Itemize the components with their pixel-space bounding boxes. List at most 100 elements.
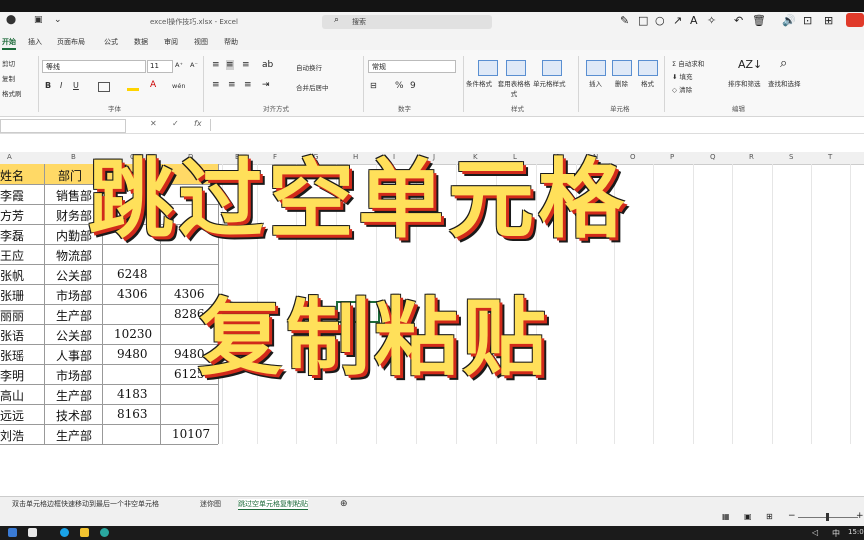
rectangle-icon[interactable]: □ bbox=[638, 14, 648, 27]
align-top-icon[interactable]: ≡ bbox=[212, 60, 220, 70]
sheet-tab[interactable]: 双击单元格边框快速移动到最后一个非空单元格 bbox=[12, 499, 159, 509]
table-format-icon[interactable] bbox=[506, 60, 526, 76]
cell-name[interactable]: 张语 bbox=[0, 327, 24, 344]
cell-value[interactable]: 8163 bbox=[117, 407, 148, 421]
cell-name[interactable]: 李磊 bbox=[0, 227, 24, 244]
fill-button[interactable]: ⬇ 填充 bbox=[672, 71, 693, 81]
tab-review[interactable]: 审阅 bbox=[164, 37, 178, 47]
format-cells-button[interactable]: 格式 bbox=[641, 78, 654, 88]
header-cell[interactable]: 部门 bbox=[58, 167, 82, 184]
clear-button[interactable]: ◇ 清除 bbox=[672, 84, 692, 94]
cell-dept[interactable]: 人事部 bbox=[56, 347, 92, 364]
pen-icon[interactable]: ✎ bbox=[620, 14, 629, 27]
sort-filter-button[interactable]: 排序和筛选 bbox=[728, 78, 761, 88]
italic-button[interactable]: I bbox=[60, 81, 62, 90]
speaker-icon[interactable]: 🔊 bbox=[782, 14, 796, 27]
browser-icon[interactable] bbox=[60, 528, 69, 537]
fill-color-icon[interactable] bbox=[127, 88, 139, 91]
shrink-font-button[interactable]: A⁻ bbox=[190, 61, 198, 69]
copy-button[interactable]: 复制 bbox=[2, 73, 15, 83]
cell-dept[interactable]: 公关部 bbox=[56, 327, 92, 344]
number-format-select[interactable]: 常规 bbox=[368, 60, 456, 73]
conditional-format-icon[interactable] bbox=[478, 60, 498, 76]
column-header[interactable]: T bbox=[828, 153, 832, 161]
cut-button[interactable]: 剪切 bbox=[2, 58, 15, 68]
bold-button[interactable]: B bbox=[45, 81, 51, 90]
add-sheet-icon[interactable]: ⊕ bbox=[340, 499, 348, 509]
cell-name[interactable]: 丽丽 bbox=[0, 307, 24, 324]
zoom-in-button[interactable]: + bbox=[856, 511, 864, 521]
tab-help[interactable]: 帮助 bbox=[224, 37, 238, 47]
column-header[interactable]: A bbox=[7, 153, 12, 161]
zoom-slider-thumb[interactable] bbox=[826, 513, 829, 521]
cancel-icon[interactable]: ✕ bbox=[150, 119, 157, 128]
tab-view[interactable]: 视图 bbox=[194, 37, 208, 47]
column-header[interactable]: O bbox=[630, 153, 636, 161]
trash-icon[interactable]: 🗑 bbox=[752, 14, 766, 27]
layout-icon[interactable]: ⊞ bbox=[824, 14, 833, 27]
undo-icon[interactable]: ↶ bbox=[734, 14, 743, 27]
insert-cells-button[interactable]: 插入 bbox=[589, 78, 602, 88]
align-center-icon[interactable]: ≡ bbox=[228, 80, 236, 90]
wrap-text-button[interactable]: 自动换行 bbox=[296, 62, 322, 72]
screen-icon[interactable]: ⊡ bbox=[803, 14, 812, 27]
page-break-view-icon[interactable]: ⊞ bbox=[766, 512, 773, 521]
search-box[interactable]: ⌕ 搜索 bbox=[322, 15, 492, 29]
grow-font-button[interactable]: A⁺ bbox=[175, 61, 183, 69]
taskview-icon[interactable] bbox=[28, 528, 37, 537]
table-format-button[interactable]: 套用表格格式 bbox=[496, 78, 532, 98]
indent-icon[interactable]: ⇥ bbox=[262, 80, 270, 90]
save-icon[interactable]: ▣ bbox=[34, 15, 43, 25]
cell-value[interactable]: 4306 bbox=[117, 287, 148, 301]
zoom-out-button[interactable]: − bbox=[788, 511, 796, 521]
cell-value[interactable]: 4183 bbox=[117, 387, 148, 401]
cell-name[interactable]: 张帆 bbox=[0, 267, 24, 284]
font-size-select[interactable]: 11 bbox=[147, 60, 173, 73]
percent-button[interactable]: % bbox=[395, 81, 404, 91]
cell-styles-button[interactable]: 单元格样式 bbox=[533, 78, 566, 88]
autosave-toggle[interactable]: ⬤ bbox=[6, 15, 16, 25]
delete-cells-button[interactable]: 删除 bbox=[615, 78, 628, 88]
cell-dept[interactable]: 销售部 bbox=[56, 187, 92, 204]
text-tool-icon[interactable]: A bbox=[690, 14, 698, 27]
cell-name[interactable]: 李霞 bbox=[0, 187, 24, 204]
clock[interactable]: 15:0 bbox=[848, 528, 864, 536]
quick-access-more-icon[interactable]: ⌄ bbox=[54, 15, 62, 25]
cell-value[interactable]: 6248 bbox=[117, 267, 148, 281]
tab-data[interactable]: 数据 bbox=[134, 37, 148, 47]
start-icon[interactable] bbox=[8, 528, 17, 537]
align-left-icon[interactable]: ≡ bbox=[212, 80, 220, 90]
cell-dept[interactable]: 物流部 bbox=[56, 247, 92, 264]
tab-insert[interactable]: 插入 bbox=[28, 37, 42, 47]
autosum-button[interactable]: Σ 自动求和 bbox=[672, 58, 704, 68]
circle-icon[interactable]: ○ bbox=[655, 14, 665, 27]
header-cell[interactable]: 姓名 bbox=[0, 167, 24, 184]
folder-icon[interactable] bbox=[80, 528, 89, 537]
currency-icon[interactable]: ⊟ bbox=[370, 81, 377, 90]
find-select-icon[interactable]: ⌕ bbox=[780, 56, 787, 71]
app-icon[interactable] bbox=[100, 528, 109, 537]
tab-page-layout[interactable]: 页面布局 bbox=[57, 37, 85, 47]
name-box[interactable] bbox=[0, 119, 126, 133]
find-select-button[interactable]: 查找和选择 bbox=[768, 78, 801, 88]
cell-dept[interactable]: 内勤部 bbox=[56, 227, 92, 244]
merge-center-button[interactable]: 合并后居中 bbox=[296, 82, 329, 92]
cell-name[interactable]: 王应 bbox=[0, 247, 24, 264]
cell-styles-icon[interactable] bbox=[542, 60, 562, 76]
column-header[interactable]: B bbox=[71, 153, 76, 161]
align-right-icon[interactable]: ≡ bbox=[244, 80, 252, 90]
fx-icon[interactable]: fx bbox=[194, 119, 202, 128]
volume-icon[interactable]: ◁ bbox=[812, 528, 818, 537]
cell-dept[interactable]: 生产部 bbox=[56, 307, 92, 324]
arrow-icon[interactable]: ↗ bbox=[673, 14, 682, 27]
column-header[interactable]: S bbox=[789, 153, 793, 161]
ime-indicator[interactable]: 中 bbox=[832, 528, 840, 539]
cell-value[interactable]: 10107 bbox=[172, 427, 210, 441]
column-header[interactable]: Q bbox=[710, 153, 716, 161]
orientation-icon[interactable]: ab bbox=[262, 60, 273, 70]
phonetic-button[interactable]: wén bbox=[172, 82, 185, 90]
font-color-icon[interactable]: A bbox=[150, 80, 156, 90]
cell-dept[interactable]: 市场部 bbox=[56, 287, 92, 304]
cell-dept[interactable]: 财务部 bbox=[56, 207, 92, 224]
formula-input[interactable] bbox=[210, 119, 861, 131]
